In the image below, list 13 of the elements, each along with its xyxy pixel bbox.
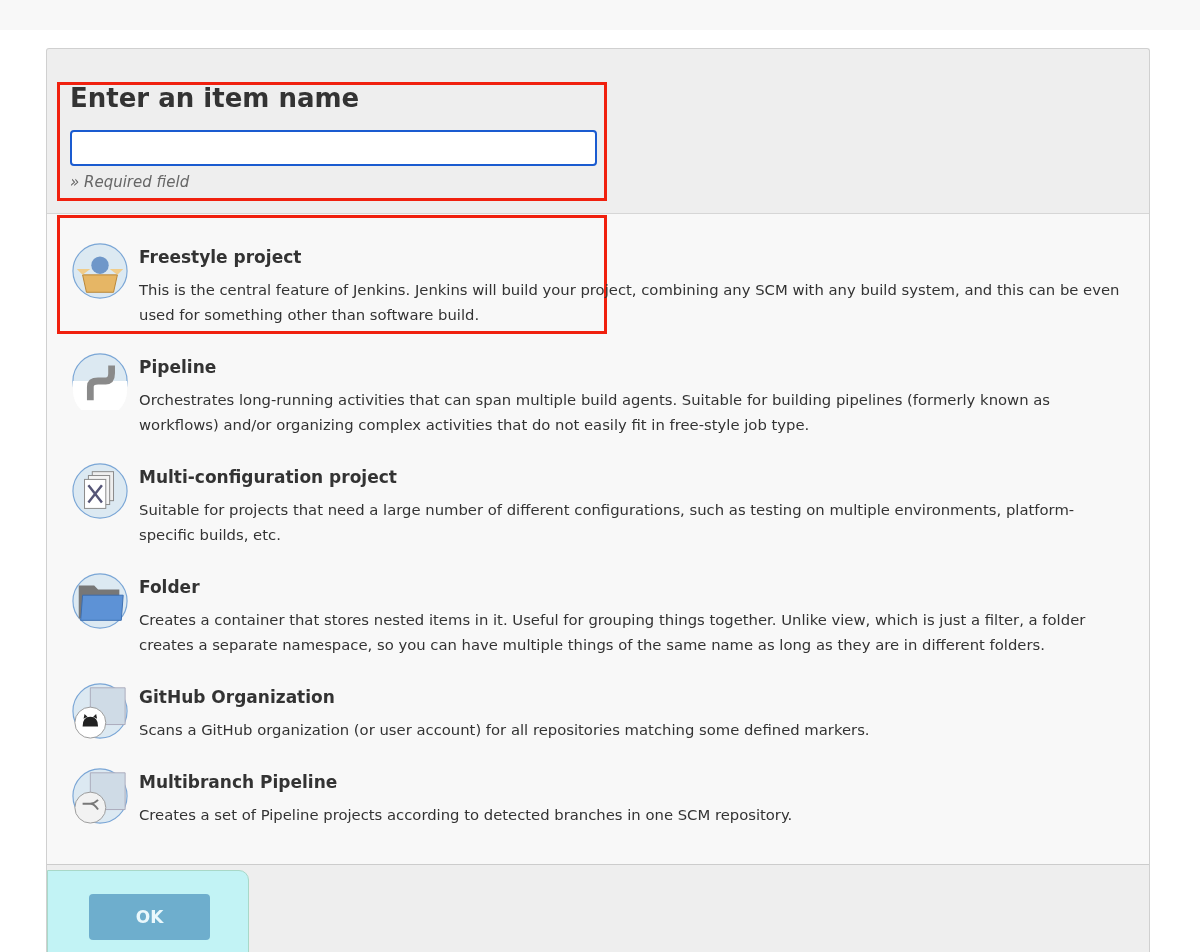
item-type-title[interactable]: GitHub Organization xyxy=(139,687,1125,707)
item-type-title[interactable]: Freestyle project xyxy=(139,247,1125,267)
item-type-description: Scans a GitHub organization (or user account) for all repositories matching some defined markers. xyxy=(139,720,871,740)
item-type-title[interactable]: Multi-configuration project xyxy=(139,467,1125,487)
item-type-description: Creates a set of Pipeline projects according to detected branches in one SCM repository. xyxy=(139,805,794,825)
item-type-description: Creates a container that stores nested items in it. Useful for grouping things together. Unlike view, which is just a filter, a folder creates a separate namespace, so you can have multiple things of the same name as long as they are in different folders. xyxy=(139,610,1087,655)
item-type-description: Orchestrates long-running activities that can span multiple build agents. Suitable for building pipelines (formerly known as workflows) and/or organizing complex activities that do not easily fit in free-style job type. xyxy=(139,390,1052,435)
item-type-title[interactable]: Multibranch Pipeline xyxy=(139,772,1125,792)
page-heading: Enter an item name xyxy=(70,83,361,113)
item-type-description: Suitable for projects that need a large number of different configurations, such as testing on multiple environments, platform-specific builds, etc. xyxy=(139,500,1076,545)
item-type-title[interactable]: Pipeline xyxy=(139,357,1125,377)
required-field-hint: » Required field xyxy=(70,173,191,191)
item-type-title[interactable]: Folder xyxy=(139,577,1125,597)
